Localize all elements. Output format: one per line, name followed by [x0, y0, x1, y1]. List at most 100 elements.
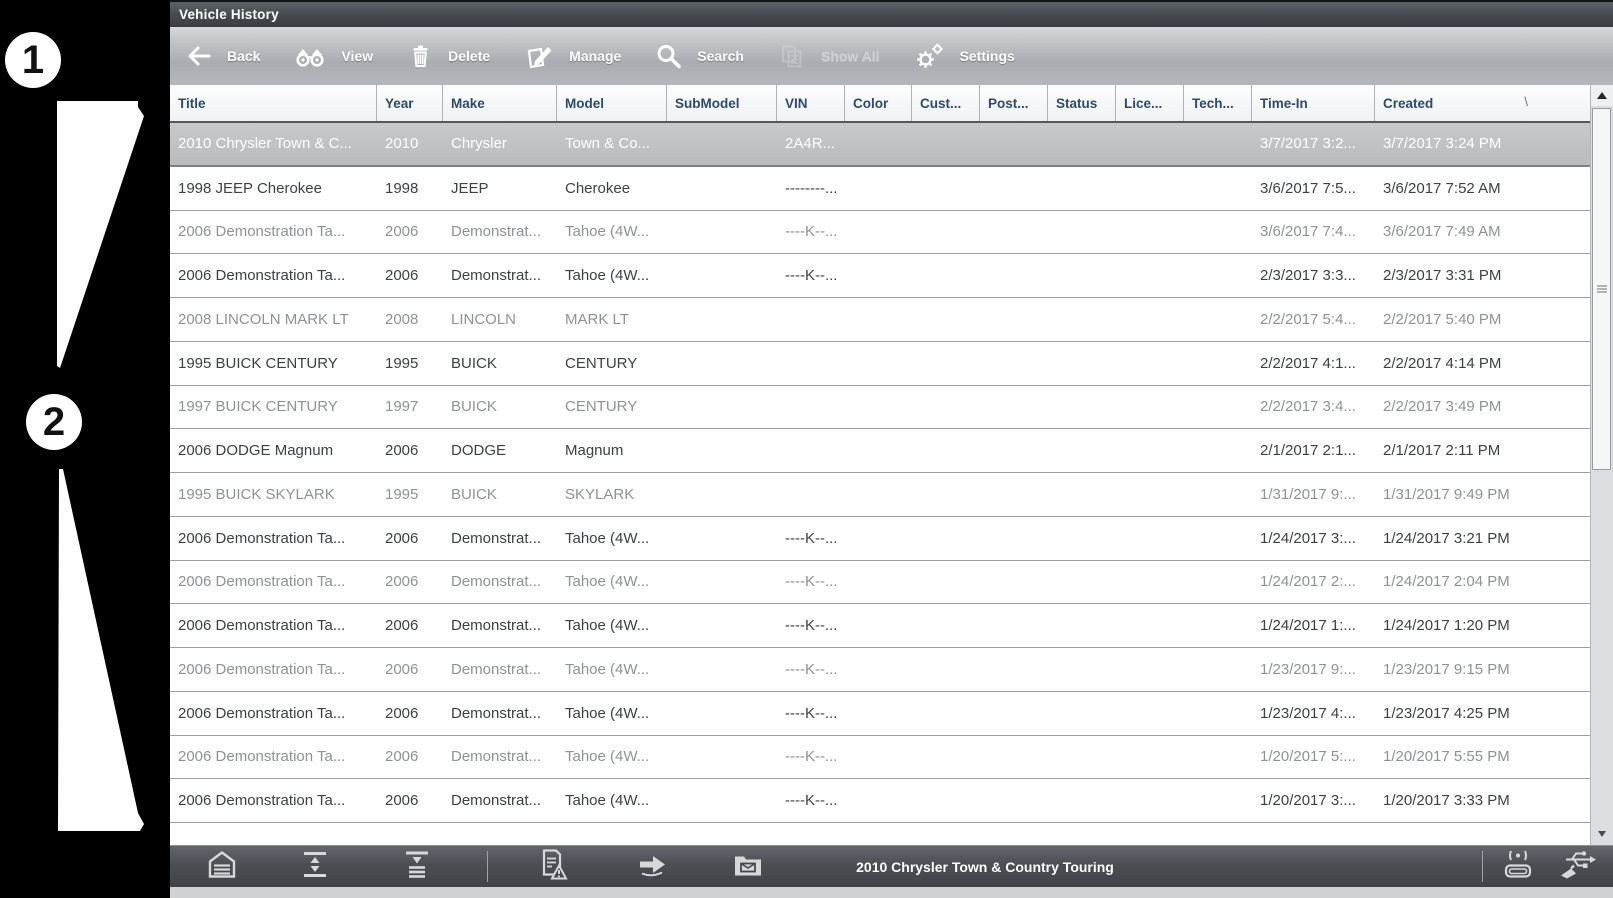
cell-time_in: 3/6/2017 7:4...: [1252, 223, 1375, 240]
show-all-button[interactable]: Show All: [778, 43, 880, 70]
column-header-post[interactable]: Post...: [980, 85, 1048, 121]
cell-vin: 2A4R...: [777, 135, 845, 152]
table-row[interactable]: 1995 BUICK CENTURY1995BUICKCENTURY2/2/20…: [170, 342, 1590, 386]
home-icon[interactable]: [205, 848, 239, 885]
cell-created: 1/24/2017 2:04 PM: [1375, 573, 1545, 590]
cell-time_in: 1/23/2017 9:...: [1252, 661, 1375, 678]
cell-created: 1/24/2017 1:20 PM: [1375, 617, 1545, 634]
table-row[interactable]: 2008 LINCOLN MARK LT2008LINCOLNMARK LT2/…: [170, 298, 1590, 342]
table-row[interactable]: 2006 DODGE Magnum2006DODGEMagnum2/1/2017…: [170, 429, 1590, 473]
footer-separator: [487, 851, 488, 882]
delete-label: Delete: [448, 48, 490, 64]
column-header-submodel[interactable]: SubModel: [667, 85, 777, 121]
magnifier-icon: [655, 43, 682, 70]
column-header-vin[interactable]: VIN: [777, 85, 845, 121]
files-folder-icon[interactable]: [731, 849, 765, 884]
cell-year: 2006: [377, 573, 443, 590]
table-row[interactable]: 1995 BUICK SKYLARK1995BUICKSKYLARK1/31/2…: [170, 473, 1590, 517]
transfer-arrow-icon[interactable]: [634, 849, 670, 884]
active-vehicle-label: 2010 Chrysler Town & Country Touring: [856, 859, 1114, 875]
cell-title: 2006 Demonstration Ta...: [170, 705, 377, 722]
cell-make: Demonstrat...: [443, 661, 557, 678]
table-row[interactable]: 2006 Demonstration Ta...2006Demonstrat..…: [170, 692, 1590, 736]
table-row[interactable]: 2010 Chrysler Town & C...2010ChryslerTow…: [170, 123, 1590, 167]
scroll-down-button[interactable]: [1591, 824, 1613, 845]
table-row[interactable]: 2006 Demonstration Ta...2006Demonstrat..…: [170, 648, 1590, 692]
cell-model: Tahoe (4W...: [557, 573, 667, 590]
cell-make: Chrysler: [443, 135, 557, 152]
cell-make: BUICK: [443, 486, 557, 503]
cell-year: 1997: [377, 398, 443, 415]
trash-icon: [407, 43, 433, 69]
table-row[interactable]: 2006 Demonstration Ta...2006Demonstrat..…: [170, 211, 1590, 255]
column-header-filler: [1545, 85, 1590, 121]
cell-vin: ----K--...: [777, 792, 845, 809]
cell-title: 2010 Chrysler Town & C...: [170, 135, 377, 152]
column-header-lice[interactable]: Lice...: [1116, 85, 1184, 121]
vehicle-history-table: TitleYearMakeModelSubModelVINColorCust..…: [170, 85, 1613, 845]
cell-model: Tahoe (4W...: [557, 267, 667, 284]
settings-button[interactable]: Settings: [914, 42, 1015, 70]
cell-time_in: 1/24/2017 3:...: [1252, 530, 1375, 547]
callout-number-1: 1: [5, 32, 61, 88]
table-row[interactable]: 2006 Demonstration Ta...2006Demonstrat..…: [170, 604, 1590, 648]
column-header-title[interactable]: Title: [170, 85, 377, 121]
column-header-model[interactable]: Model: [557, 85, 667, 121]
cell-time_in: 1/23/2017 4:...: [1252, 705, 1375, 722]
show-all-label: Show All: [821, 48, 880, 64]
table-header-row: TitleYearMakeModelSubModelVINColorCust..…: [170, 85, 1590, 123]
table-row[interactable]: 2006 Demonstration Ta...2006Demonstrat..…: [170, 736, 1590, 780]
column-header-color[interactable]: Color: [845, 85, 912, 121]
table-row[interactable]: 2006 Demonstration Ta...2006Demonstrat..…: [170, 254, 1590, 298]
cell-model: MARK LT: [557, 311, 667, 328]
cell-time_in: 2/2/2017 3:4...: [1252, 398, 1375, 415]
cell-title: 2006 Demonstration Ta...: [170, 748, 377, 765]
cell-time_in: 3/7/2017 3:2...: [1252, 135, 1375, 152]
table-row[interactable]: 1997 BUICK CENTURY1997BUICKCENTURY2/2/20…: [170, 386, 1590, 430]
table-row[interactable]: 2006 Demonstration Ta...2006Demonstrat..…: [170, 779, 1590, 823]
cell-year: 2006: [377, 442, 443, 459]
expand-icon[interactable]: [299, 848, 331, 885]
cell-title: 1995 BUICK SKYLARK: [170, 486, 377, 503]
table-row[interactable]: 2006 Demonstration Ta...2006Demonstrat..…: [170, 561, 1590, 605]
delete-button[interactable]: Delete: [407, 43, 490, 69]
column-header-tech[interactable]: Tech...: [1184, 85, 1252, 121]
table-row[interactable]: 1998 JEEP Cherokee1998JEEPCherokee------…: [170, 167, 1590, 211]
cell-model: Tahoe (4W...: [557, 792, 667, 809]
cell-title: 1997 BUICK CENTURY: [170, 398, 377, 415]
column-header-time_in[interactable]: Time-In: [1252, 85, 1375, 121]
column-header-make[interactable]: Make: [443, 85, 557, 121]
cell-time_in: 1/20/2017 3:...: [1252, 792, 1375, 809]
cell-time_in: 1/20/2017 5:...: [1252, 748, 1375, 765]
collapse-icon[interactable]: [401, 848, 433, 885]
scroll-up-button[interactable]: [1591, 85, 1613, 106]
settings-label: Settings: [960, 48, 1015, 64]
search-label: Search: [697, 48, 744, 64]
cell-created: 1/20/2017 3:33 PM: [1375, 792, 1545, 809]
cell-created: 1/23/2017 9:15 PM: [1375, 661, 1545, 678]
column-header-status[interactable]: Status: [1048, 85, 1116, 121]
table-row[interactable]: 2006 Demonstration Ta...2006Demonstrat..…: [170, 517, 1590, 561]
cell-make: Demonstrat...: [443, 748, 557, 765]
column-header-cust[interactable]: Cust...: [912, 85, 980, 121]
cell-model: Tahoe (4W...: [557, 617, 667, 634]
cell-make: Demonstrat...: [443, 267, 557, 284]
view-button[interactable]: View: [294, 43, 373, 69]
cell-title: 2006 Demonstration Ta...: [170, 573, 377, 590]
manage-button[interactable]: Manage: [524, 43, 621, 69]
codes-document-icon[interactable]: [536, 847, 570, 886]
gears-icon: [914, 42, 945, 70]
column-header-created[interactable]: Created: [1375, 85, 1545, 121]
back-button[interactable]: Back: [184, 43, 260, 69]
cell-year: 1995: [377, 486, 443, 503]
vertical-scrollbar[interactable]: [1590, 85, 1613, 845]
cell-model: Tahoe (4W...: [557, 223, 667, 240]
cell-make: BUICK: [443, 355, 557, 372]
scroll-thumb[interactable]: [1592, 108, 1611, 470]
column-header-year[interactable]: Year: [377, 85, 443, 121]
callout-arrow-shapes: [0, 0, 170, 898]
cell-make: Demonstrat...: [443, 705, 557, 722]
search-button[interactable]: Search: [655, 43, 744, 70]
cell-make: Demonstrat...: [443, 223, 557, 240]
wireless-scanner-icon: [1499, 847, 1537, 886]
